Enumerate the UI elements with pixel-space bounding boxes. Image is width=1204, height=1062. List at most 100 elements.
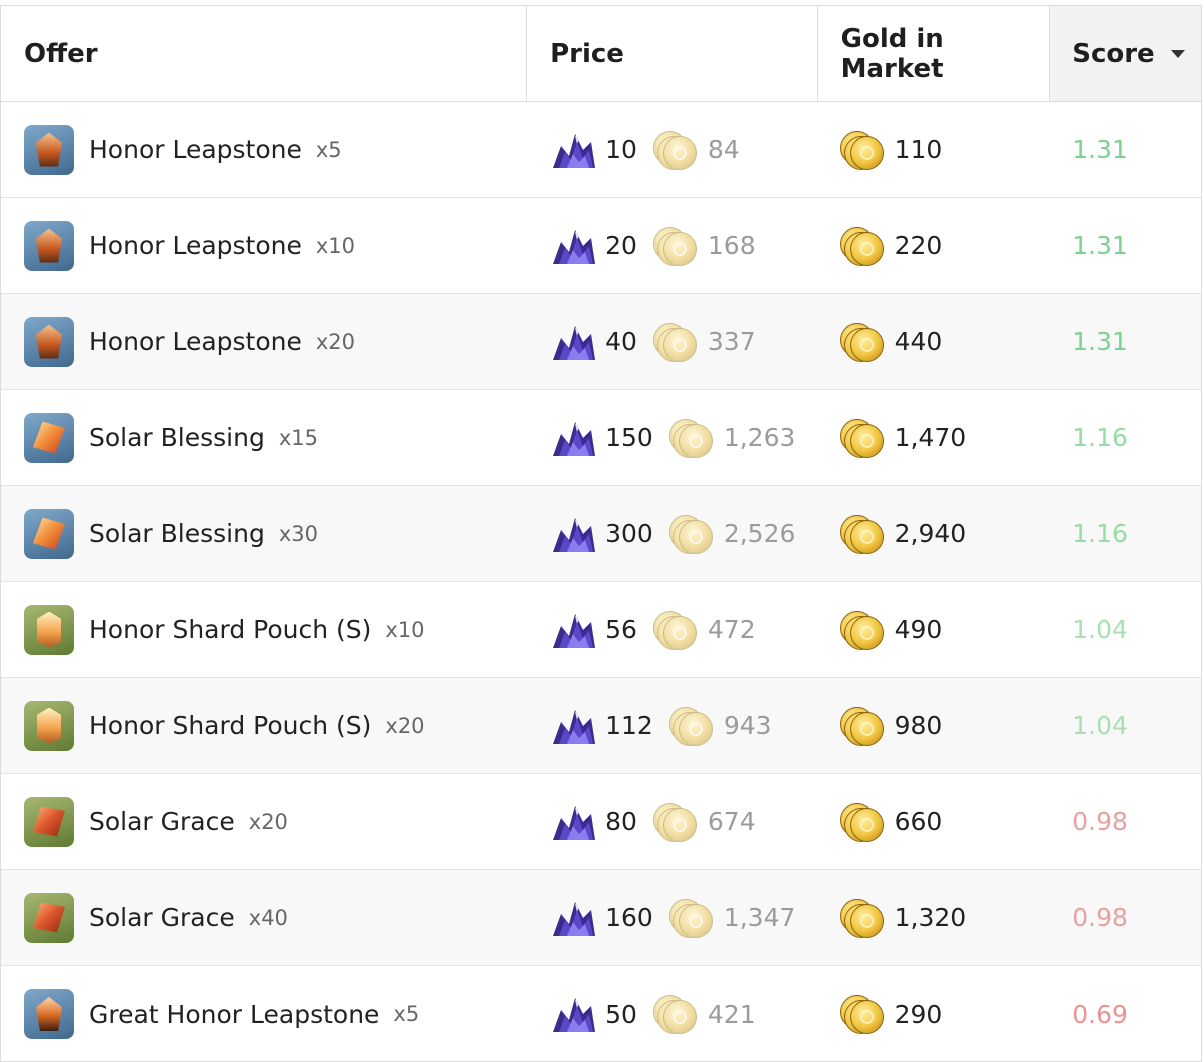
price-cell: 56 472 <box>527 582 818 677</box>
offer-quantity: x20 <box>385 713 425 738</box>
offer-quantity: x10 <box>315 233 356 258</box>
offer-name: Solar Grace <box>89 807 235 836</box>
score-value: 0.69 <box>1072 999 1128 1029</box>
gold-equivalent-icon <box>668 512 715 556</box>
offer-quantity: x40 <box>248 905 288 930</box>
gold-equivalent-icon <box>668 416 715 460</box>
table-row[interactable]: Great Honor Leapstone x5 50 421 290 0.69 <box>1 966 1201 1062</box>
score-cell: 1.04 <box>1050 678 1201 773</box>
royal-crystal-icon <box>549 128 597 172</box>
great-honor-leapstone-icon <box>24 989 74 1039</box>
gold-equivalent: 1,347 <box>723 903 796 932</box>
gold-in-market-cell: 1,320 <box>818 870 1051 965</box>
market-gold-value: 2,940 <box>894 519 967 548</box>
gold-equivalent-icon <box>668 704 715 748</box>
score-cell: 1.31 <box>1050 198 1201 293</box>
offer-quantity: x30 <box>278 521 318 546</box>
gold-equivalent-icon <box>652 992 699 1036</box>
score-value: 0.98 <box>1072 903 1128 932</box>
price-cell: 50 421 <box>527 966 818 1062</box>
gold-equivalent: 674 <box>707 807 756 836</box>
offer-cell: Solar Blessing x30 <box>1 486 527 581</box>
gold-equivalent: 1,263 <box>723 423 796 452</box>
table-row[interactable]: Solar Grace x40 160 1,347 1,320 0.98 <box>1 870 1201 966</box>
gold-in-market-cell: 1,470 <box>818 390 1051 485</box>
gold-coin-icon <box>839 704 886 748</box>
gold-coin-icon <box>839 896 886 940</box>
score-cell: 1.31 <box>1050 102 1201 197</box>
honor-leapstone-icon <box>24 220 74 271</box>
gold-coin-icon <box>839 320 886 364</box>
table-row[interactable]: Solar Blessing x15 150 1,263 1,470 1.16 <box>1 390 1201 486</box>
market-gold-value: 440 <box>894 327 943 356</box>
price-cell: 40 337 <box>527 294 818 389</box>
offer-quantity: x20 <box>315 329 356 354</box>
solar-blessing-icon <box>24 508 74 559</box>
price-cell: 150 1,263 <box>527 390 818 485</box>
gold-equivalent-icon <box>652 608 699 652</box>
offer-cell: Honor Leapstone x20 <box>1 294 527 389</box>
gold-in-market-cell: 980 <box>818 678 1051 773</box>
royal-crystal-icon <box>549 704 597 748</box>
table-row[interactable]: Honor Leapstone x5 10 84 110 1.31 <box>1 102 1201 198</box>
crystal-price: 160 <box>605 903 653 932</box>
gold-in-market-cell: 440 <box>818 294 1051 389</box>
table-row[interactable]: Honor Leapstone x10 20 168 220 1.31 <box>1 198 1201 294</box>
gold-coin-icon <box>839 512 886 556</box>
crystal-price: 50 <box>605 999 637 1029</box>
score-value: 1.16 <box>1072 423 1128 452</box>
offer-name: Great Honor Leapstone <box>89 999 380 1029</box>
royal-crystal-icon <box>549 896 597 940</box>
royal-crystal-icon <box>549 416 597 460</box>
score-cell: 0.69 <box>1050 966 1201 1062</box>
table-row[interactable]: Honor Shard Pouch (S) x10 56 472 490 1.0… <box>1 582 1201 678</box>
honor-shard-pouch-icon <box>24 700 74 751</box>
crystal-price: 112 <box>605 711 653 740</box>
column-header-score[interactable]: Score <box>1050 6 1201 101</box>
gold-coin-icon <box>839 416 886 460</box>
honor-leapstone-icon <box>24 316 74 367</box>
price-cell: 10 84 <box>527 102 818 197</box>
score-cell: 0.98 <box>1050 774 1201 869</box>
price-cell: 80 674 <box>527 774 818 869</box>
market-gold-value: 490 <box>894 615 943 644</box>
price-cell: 300 2,526 <box>527 486 818 581</box>
table-row[interactable]: Solar Blessing x30 300 2,526 2,940 1.16 <box>1 486 1201 582</box>
offer-cell: Honor Shard Pouch (S) x20 <box>1 678 527 773</box>
gold-in-market-cell: 110 <box>818 102 1051 197</box>
table-row[interactable]: Honor Shard Pouch (S) x20 112 943 980 1.… <box>1 678 1201 774</box>
offer-cell: Honor Leapstone x10 <box>1 198 527 293</box>
gold-coin-icon <box>839 800 886 844</box>
offer-name: Honor Leapstone <box>89 327 302 356</box>
table-row[interactable]: Solar Grace x20 80 674 660 0.98 <box>1 774 1201 870</box>
gold-equivalent-icon <box>652 224 699 268</box>
market-gold-value: 220 <box>894 231 943 260</box>
table-row[interactable]: Honor Leapstone x20 40 337 440 1.31 <box>1 294 1201 390</box>
offer-cell: Solar Grace x40 <box>1 870 527 965</box>
gold-equivalent: 168 <box>707 231 756 260</box>
gold-equivalent: 2,526 <box>723 519 796 548</box>
solar-grace-icon <box>24 892 74 943</box>
column-header-gold-in-market[interactable]: Gold in Market <box>818 6 1051 101</box>
offer-cell: Solar Grace x20 <box>1 774 527 869</box>
solar-grace-icon <box>24 796 74 847</box>
gold-coin-icon <box>839 608 886 652</box>
column-header-offer[interactable]: Offer <box>1 6 528 101</box>
royal-crystal-icon <box>549 224 597 268</box>
royal-crystal-icon <box>549 800 597 844</box>
offer-quantity: x15 <box>278 425 318 450</box>
royal-crystal-icon <box>549 512 597 556</box>
offer-name: Solar Grace <box>89 903 235 932</box>
gold-equivalent: 943 <box>723 711 772 740</box>
gold-equivalent: 337 <box>707 327 756 356</box>
column-header-price[interactable]: Price <box>527 6 818 101</box>
offer-quantity: x10 <box>385 617 425 642</box>
offer-quantity: x5 <box>315 137 342 162</box>
score-value: 1.31 <box>1072 135 1128 164</box>
gold-equivalent-icon <box>652 128 699 172</box>
gold-coin-icon <box>839 224 886 268</box>
market-gold-value: 1,320 <box>894 903 967 932</box>
table-body: Honor Leapstone x5 10 84 110 1.31 Honor … <box>1 102 1201 1062</box>
solar-blessing-icon <box>24 412 74 463</box>
crystal-price: 10 <box>605 135 637 164</box>
